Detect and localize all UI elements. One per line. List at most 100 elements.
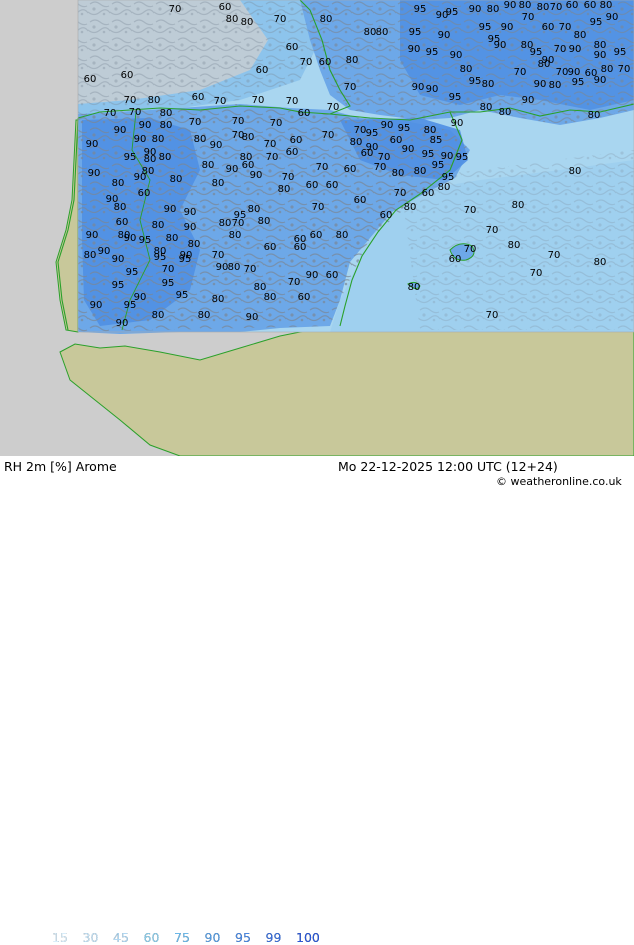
contour-label: 95 xyxy=(479,22,492,33)
legend-value-75: 75 xyxy=(174,930,190,945)
contour-label: 95 xyxy=(456,152,469,163)
contour-label: 70 xyxy=(288,277,301,288)
contour-label: 80 xyxy=(152,310,165,321)
contour-label: 95 xyxy=(530,47,543,58)
contour-label: 90 xyxy=(306,270,319,281)
contour-label: 80 xyxy=(152,134,165,145)
contour-label: 95 xyxy=(469,76,482,87)
contour-label: 80 xyxy=(376,27,389,38)
contour-label: 70 xyxy=(274,14,287,25)
contour-label: 90 xyxy=(139,120,152,131)
contour-label: 80 xyxy=(508,240,521,251)
contour-label: 90 xyxy=(494,40,507,51)
contour-label: 70 xyxy=(556,67,569,78)
contour-label: 80 xyxy=(219,218,232,229)
contour-label: 70 xyxy=(312,202,325,213)
contour-label: 70 xyxy=(464,244,477,255)
contour-label: 80 xyxy=(194,134,207,145)
contour-label: 70 xyxy=(214,96,227,107)
contour-label: 90 xyxy=(594,50,607,61)
contour-label: 80 xyxy=(264,292,277,303)
contour-label: 90 xyxy=(184,207,197,218)
contour-label: 70 xyxy=(394,188,407,199)
contour-label: 70 xyxy=(300,57,313,68)
contour-label: 60 xyxy=(192,92,205,103)
contour-label: 90 xyxy=(88,168,101,179)
contour-label: 90 xyxy=(402,144,415,155)
contour-label: 60 xyxy=(121,70,134,81)
contour-label: 90 xyxy=(134,172,147,183)
contour-label: 80 xyxy=(600,0,613,11)
contour-label: 95 xyxy=(139,235,152,246)
contour-label: 80 xyxy=(160,120,173,131)
contour-label: 95 xyxy=(124,152,137,163)
contour-label: 60 xyxy=(380,210,393,221)
contour-label: 95 xyxy=(449,92,462,103)
contour-label: 80 xyxy=(320,14,333,25)
contour-label: 70 xyxy=(344,82,357,93)
contour-label: 90 xyxy=(438,30,451,41)
contour-label: 60 xyxy=(290,135,303,146)
contour-label: 60 xyxy=(256,65,269,76)
contour-label: 95 xyxy=(154,252,167,263)
contour-label: 95 xyxy=(414,4,427,15)
contour-label: 60 xyxy=(344,164,357,175)
contour-label: 90 xyxy=(504,0,517,11)
map-canvas: 70 6080 80 70 8080 8095 90 80 90 80 80 70 60 60 809590… xyxy=(0,0,634,457)
contour-label: 70 xyxy=(264,139,277,150)
contour-label: 90 xyxy=(412,82,425,93)
contour-label: 80 xyxy=(160,108,173,119)
copyright-credit: © weatheronline.co.uk xyxy=(496,475,622,488)
legend-value-90: 90 xyxy=(204,930,221,945)
contour-label: 90 xyxy=(569,44,582,55)
contour-label: 80 xyxy=(152,220,165,231)
contour-label: 80 xyxy=(404,202,417,213)
contour-label: 95 xyxy=(426,47,439,58)
contour-label: 70 xyxy=(104,108,117,119)
contour-label: 90 xyxy=(451,118,464,129)
contour-label: 80 xyxy=(228,262,241,273)
contour-label: 70 xyxy=(548,250,561,261)
contour-label: 90 xyxy=(469,4,482,15)
contour-label: 60 xyxy=(449,254,462,265)
contour-label: 80 xyxy=(166,233,179,244)
contour-label: 70 xyxy=(464,205,477,216)
contour-label: 90 xyxy=(112,254,125,265)
contour-label: 80 xyxy=(278,184,291,195)
contour-label: 90 xyxy=(381,120,394,131)
contour-label: 60 xyxy=(294,242,307,253)
contour-label: 80 xyxy=(202,160,215,171)
contour-label: 80 xyxy=(392,168,405,179)
contour-label: 80 xyxy=(408,282,421,293)
contour-label: 70 xyxy=(316,162,329,173)
contour-label: 80 xyxy=(512,200,525,211)
legend-value-100: 100 xyxy=(296,930,320,945)
contour-label: 70 xyxy=(559,22,572,33)
contour-label: 70 xyxy=(232,218,245,229)
contour-label: 90 xyxy=(606,12,619,23)
contour-label: 80 xyxy=(84,250,97,261)
contour-label: 95 xyxy=(176,290,189,301)
contour-label: 60 xyxy=(298,292,311,303)
contour-label: 70 xyxy=(550,2,563,13)
contour-label: 70 xyxy=(232,116,245,127)
map-title: RH 2m [%] Arome xyxy=(4,459,117,474)
legend-value-99: 99 xyxy=(265,930,282,945)
contour-label: 70 xyxy=(189,117,202,128)
contour-label: 80 xyxy=(188,239,201,250)
contour-label: 95 xyxy=(112,280,125,291)
contour-label: 85 xyxy=(430,135,443,146)
contour-label: 70 xyxy=(266,152,279,163)
contour-label: 70 xyxy=(374,162,387,173)
contour-label: 90 xyxy=(116,318,129,329)
contour-label: 80 xyxy=(170,174,183,185)
contour-label: 95 xyxy=(432,160,445,171)
contour-label: 70 xyxy=(129,107,142,118)
contour-label: 90 xyxy=(408,44,421,55)
contour-label: 80 xyxy=(438,182,451,193)
contour-label: 80 xyxy=(248,204,261,215)
contour-label: 60 xyxy=(542,22,555,33)
contour-label: 80 xyxy=(212,294,225,305)
contour-label: 90 xyxy=(246,312,259,323)
contour-label: 90 xyxy=(436,10,449,21)
